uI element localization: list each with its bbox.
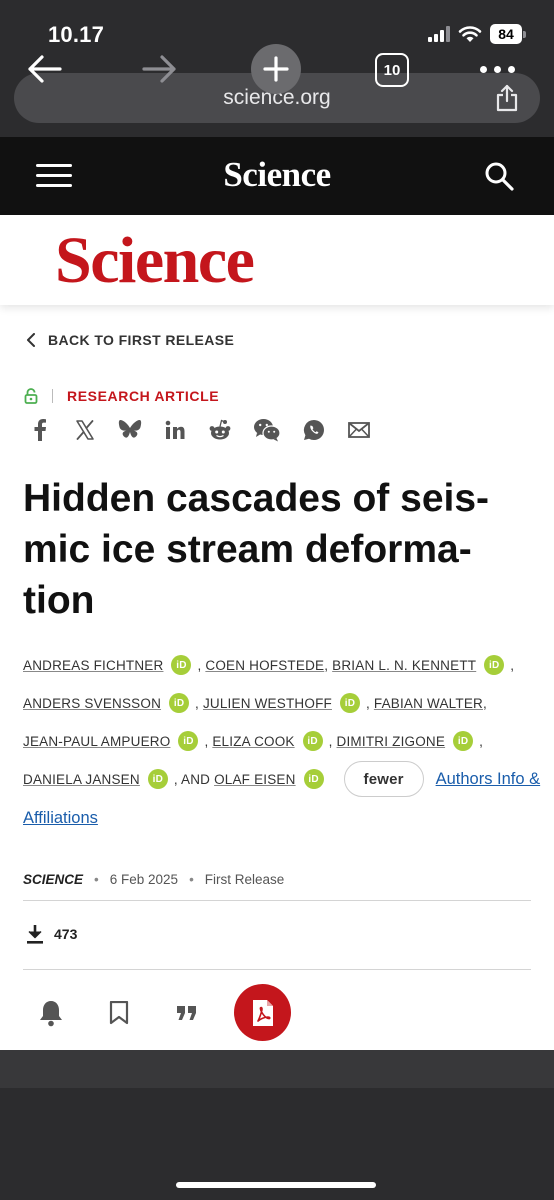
author-link[interactable]: DANIELA JANSEN	[23, 772, 140, 787]
author-separator: ,	[324, 657, 329, 673]
bell-icon	[40, 1000, 62, 1026]
author-line: JEAN-PAUL AMPUERO iD , ELIZA COOK iD , D…	[23, 722, 483, 760]
plus-icon	[263, 56, 289, 82]
orcid-icon[interactable]: iD	[178, 731, 199, 751]
new-tab-button[interactable]	[251, 44, 301, 94]
whatsapp-icon[interactable]	[302, 418, 326, 442]
author-link[interactable]: DIMITRI ZIGONE	[337, 734, 446, 749]
article-type-label: RESEARCH ARTICLE	[67, 388, 220, 404]
open-access-lock-icon	[24, 388, 38, 404]
release-status: First Release	[204, 872, 285, 887]
download-icon	[27, 925, 43, 944]
orcid-icon[interactable]: iD	[339, 693, 360, 713]
alert-bell-button[interactable]	[36, 987, 66, 1039]
reddit-icon[interactable]	[208, 418, 232, 442]
download-count-value: 473	[54, 926, 78, 942]
battery-icon: 84	[490, 24, 526, 44]
journal-name[interactable]: SCIENCE	[23, 872, 83, 887]
share-icon[interactable]	[494, 84, 520, 112]
meta-separator: •	[94, 872, 99, 887]
author-link[interactable]: ANDERS SVENSSON	[23, 696, 161, 711]
divider	[23, 900, 531, 901]
orcid-icon[interactable]: iD	[147, 769, 168, 789]
wifi-icon	[458, 26, 482, 42]
logo-banner: Science	[0, 215, 554, 305]
email-icon[interactable]	[347, 418, 371, 442]
article-meta: SCIENCE • 6 Feb 2025 • First Release	[23, 872, 284, 887]
author-line: ANDERS SVENSSON iD , JULIEN WESTHOFF iD …	[23, 684, 487, 722]
bookmark-icon	[109, 1000, 129, 1024]
fewer-authors-button[interactable]: fewer	[343, 761, 424, 797]
author-line: DANIELA JANSEN iD , AND OLAF EISEN iD fe…	[23, 760, 540, 798]
title-line: Hidden cascades of seis-	[23, 477, 490, 520]
meta-separator: •	[189, 872, 194, 887]
author-separator: ,	[328, 733, 333, 749]
author-link[interactable]: BRIAN L. N. KENNETT	[332, 658, 476, 673]
share-row	[28, 418, 392, 442]
orcid-icon[interactable]: iD	[171, 655, 192, 675]
x-icon[interactable]	[73, 418, 97, 442]
author-line: Affiliations	[23, 799, 98, 837]
author-link[interactable]: ELIZA COOK	[212, 734, 294, 749]
back-to-first-release-link[interactable]: BACK TO FIRST RELEASE	[26, 332, 234, 348]
browser-bottom-toolbar	[0, 1050, 554, 1200]
pdf-download-button[interactable]	[234, 984, 291, 1041]
affiliations-link[interactable]: Affiliations	[23, 809, 98, 828]
author-separator: , AND	[173, 771, 211, 787]
orcid-icon[interactable]: iD	[453, 731, 474, 751]
orcid-icon[interactable]: iD	[169, 693, 190, 713]
back-arrow-icon[interactable]	[26, 52, 64, 86]
author-separator: ,	[197, 657, 202, 673]
orcid-icon[interactable]: iD	[484, 655, 505, 675]
title-line: tion	[23, 579, 95, 622]
download-count: 473	[26, 924, 77, 944]
pdf-icon	[252, 999, 273, 1026]
linkedin-icon[interactable]	[163, 418, 187, 442]
author-separator: ,	[195, 695, 199, 711]
article-type-row: RESEARCH ARTICLE	[24, 388, 219, 404]
orcid-icon[interactable]: iD	[302, 731, 323, 751]
tab-switcher-button[interactable]: 10	[375, 53, 409, 87]
author-separator: ,	[510, 657, 515, 673]
author-separator: ,	[483, 695, 487, 711]
science-logo[interactable]: Science	[55, 223, 255, 299]
nav-logo[interactable]: Science	[0, 155, 554, 195]
cite-button[interactable]	[172, 987, 202, 1039]
bluesky-icon[interactable]	[118, 418, 142, 442]
author-link[interactable]: JEAN-PAUL AMPUERO	[23, 734, 170, 749]
chevron-left-icon	[27, 333, 35, 347]
author-link[interactable]: FABIAN WALTER	[374, 696, 483, 711]
search-icon[interactable]	[484, 161, 514, 191]
author-separator: ,	[204, 733, 209, 749]
author-separator: ,	[365, 695, 370, 711]
site-nav-bar: Science	[0, 137, 554, 215]
author-link[interactable]: COEN HOFSTEDE	[205, 658, 324, 673]
article-title: Hidden cascades of seis- mic ice stream …	[23, 473, 523, 626]
article-actions	[36, 984, 291, 1041]
orcid-icon[interactable]: iD	[303, 769, 324, 789]
quote-icon	[177, 1005, 196, 1020]
wechat-icon[interactable]	[253, 418, 281, 442]
divider	[23, 969, 531, 970]
publication-date: 6 Feb 2025	[109, 872, 179, 887]
status-icons: 84	[428, 24, 526, 44]
forward-arrow-icon[interactable]	[140, 52, 178, 86]
title-line: mic ice stream deforma-	[23, 528, 472, 571]
back-link-label: BACK TO FIRST RELEASE	[48, 332, 235, 348]
author-link[interactable]: OLAF EISEN	[214, 772, 296, 787]
facebook-icon[interactable]	[28, 418, 52, 442]
authors-info-link[interactable]: Authors Info &	[436, 770, 541, 789]
page-peek-strip	[0, 1050, 554, 1088]
author-link[interactable]: JULIEN WESTHOFF	[203, 696, 332, 711]
author-line: ANDREAS FICHTNER iD , COEN HOFSTEDE , BR…	[23, 646, 514, 684]
status-time: 10.17	[48, 22, 105, 47]
home-indicator	[176, 1182, 376, 1188]
author-link[interactable]: ANDREAS FICHTNER	[23, 658, 163, 673]
author-separator: ,	[479, 733, 484, 749]
bookmark-button[interactable]	[104, 987, 134, 1039]
more-menu-icon[interactable]	[480, 66, 515, 73]
cellular-signal-icon	[428, 26, 450, 42]
battery-level: 84	[490, 24, 522, 44]
